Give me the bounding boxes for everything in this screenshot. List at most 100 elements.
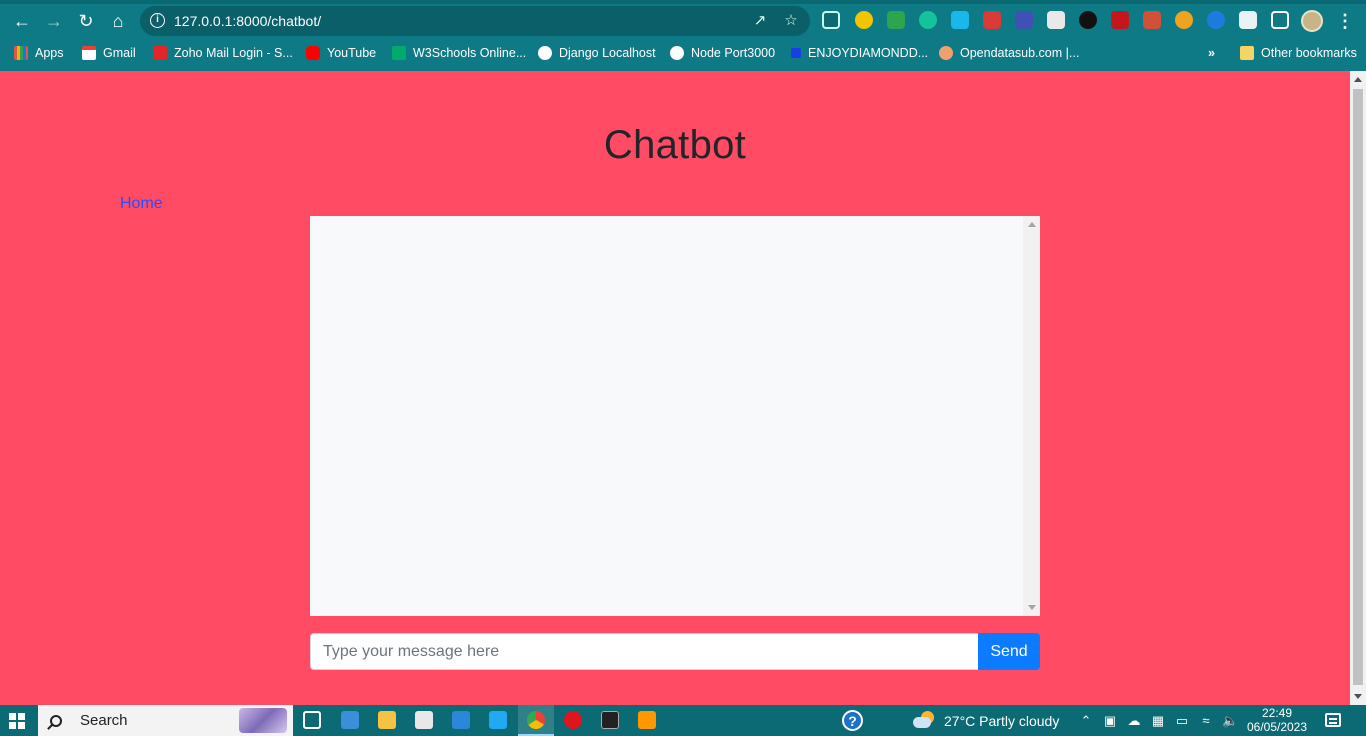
bookmark-w3schools[interactable]: W3Schools Online... <box>392 44 526 62</box>
kebab-menu-icon[interactable]: ⋮ <box>1336 9 1354 33</box>
side-panel-icon[interactable] <box>1271 11 1289 29</box>
mail-extension-icon[interactable] <box>983 11 1001 29</box>
dots-extension-icon[interactable] <box>1175 11 1193 29</box>
apps-grid-icon <box>14 46 28 60</box>
grammarly-icon[interactable] <box>919 11 937 29</box>
react-devtools-icon[interactable] <box>822 11 840 29</box>
bookmark-star-icon[interactable]: ☆ <box>781 11 801 31</box>
bookmark-label: Node Port3000 <box>691 46 776 60</box>
bookmark-gmail[interactable]: Gmail <box>82 44 136 62</box>
bulb-extension-icon[interactable] <box>855 11 873 29</box>
page-content: Chatbot Home Send <box>0 71 1350 705</box>
windows-taskbar: Search ? 27°C Partly cloudy ⌃ ▣ ☁ ▦ ▭ ≈ … <box>0 705 1366 736</box>
meet-icon[interactable]: ▣ <box>1102 713 1118 729</box>
taskbar-clock[interactable]: 22:49 06/05/2023 <box>1242 706 1312 734</box>
globe-icon <box>670 46 684 60</box>
chat-log[interactable] <box>310 216 1040 616</box>
bookmark-label: Gmail <box>103 46 136 60</box>
wifi-icon[interactable]: ≈ <box>1198 713 1214 729</box>
bookmark-label: Apps <box>35 46 64 60</box>
extension-green-icon[interactable] <box>887 11 905 29</box>
chat-scrollbar[interactable] <box>1023 216 1040 616</box>
browser-chrome: ← → ↻ ⌂ i 127.0.0.1:8000/chatbot/ ↗ ☆ ⋮ … <box>0 0 1366 71</box>
player-extension-icon[interactable] <box>1207 11 1225 29</box>
other-bookmarks-folder[interactable]: Other bookmarks <box>1240 44 1357 62</box>
scrollbar-thumb[interactable] <box>1353 89 1363 685</box>
mail-icon[interactable] <box>452 711 470 729</box>
search-highlight-image <box>239 708 287 733</box>
onedrive-cloud-icon[interactable]: ☁ <box>1126 713 1142 729</box>
w3schools-icon <box>392 46 406 60</box>
reload-icon[interactable]: ↻ <box>74 9 98 33</box>
clock-time: 22:49 <box>1261 706 1293 720</box>
bookmark-zoho[interactable]: Zoho Mail Login - S... <box>153 44 293 62</box>
folder-icon <box>1240 46 1254 60</box>
search-icon <box>50 714 62 727</box>
help-icon[interactable]: ? <box>842 710 863 731</box>
bookmark-apps[interactable]: Apps <box>14 44 64 62</box>
scroll-down-arrow-icon[interactable] <box>1354 694 1362 699</box>
taskbar-search[interactable]: Search <box>38 705 293 736</box>
clock-date: 06/05/2023 <box>1246 720 1308 734</box>
opendata-icon <box>939 46 953 60</box>
terminal-icon[interactable] <box>601 711 619 729</box>
notifications-icon[interactable] <box>1325 713 1341 727</box>
print-extension-icon[interactable] <box>1047 11 1065 29</box>
acrobat-icon[interactable] <box>1111 11 1129 29</box>
bookmark-label: W3Schools Online... <box>413 46 527 60</box>
message-input[interactable] <box>310 633 979 670</box>
site-info-icon[interactable]: i <box>150 13 165 28</box>
bookmark-label: YouTube <box>327 46 377 60</box>
home-icon[interactable]: ⌂ <box>106 9 130 33</box>
scroll-down-arrow-icon[interactable] <box>1028 605 1036 610</box>
task-view-icon[interactable] <box>303 711 321 729</box>
back-arrow-icon[interactable]: ← <box>10 9 34 33</box>
page-scrollbar[interactable] <box>1350 71 1366 705</box>
weather-text[interactable]: 27°C Partly cloudy <box>944 713 1059 729</box>
scroll-up-arrow-icon[interactable] <box>1028 222 1036 227</box>
file-explorer-icon[interactable] <box>378 711 396 729</box>
megaphone-extension-icon[interactable] <box>1143 11 1161 29</box>
puzzle-extensions-icon[interactable] <box>1239 11 1257 29</box>
bookmark-enjoydiamond[interactable]: ENJOYDIAMONDD... <box>791 44 928 62</box>
url-text: 127.0.0.1:8000/chatbot/ <box>174 13 322 29</box>
pdf-extension-icon[interactable] <box>1015 11 1033 29</box>
send-button[interactable]: Send <box>978 633 1040 670</box>
bookmark-django[interactable]: Django Localhost <box>538 44 656 62</box>
volume-icon[interactable]: 🔈 <box>1222 713 1238 729</box>
search-label: Search <box>80 712 128 729</box>
bookmark-youtube[interactable]: YouTube <box>306 44 376 62</box>
forward-arrow-icon[interactable]: → <box>42 9 66 33</box>
bookmark-opendatasub[interactable]: Opendatasub.com |... <box>939 44 1079 62</box>
youtube-icon <box>306 46 320 60</box>
page-title: Chatbot <box>603 123 747 167</box>
address-bar[interactable]: i 127.0.0.1:8000/chatbot/ ↗ ☆ <box>140 6 810 36</box>
chrome-icon[interactable] <box>527 711 545 729</box>
globe-icon <box>538 46 552 60</box>
bookmark-label: ENJOYDIAMONDD... <box>808 46 929 60</box>
wordtune-icon[interactable] <box>1079 11 1097 29</box>
battery-icon[interactable]: ▭ <box>1174 713 1190 729</box>
opera-icon[interactable] <box>564 711 582 729</box>
windows-start-icon[interactable] <box>9 713 25 729</box>
zoho-icon <box>153 46 167 60</box>
bookmark-label: Django Localhost <box>559 46 656 60</box>
share-icon[interactable]: ↗ <box>750 11 770 31</box>
vscode-icon[interactable] <box>489 711 507 729</box>
chevron-up-icon[interactable]: ⌃ <box>1078 713 1094 729</box>
bookmark-node[interactable]: Node Port3000 <box>670 44 775 62</box>
bookmarks-bar: Apps Gmail Zoho Mail Login - S... YouTub… <box>0 40 1366 66</box>
sublime-text-icon[interactable] <box>638 711 656 729</box>
profile-avatar[interactable] <box>1301 10 1323 32</box>
weather-partly-cloudy-icon[interactable] <box>913 711 935 729</box>
bookmark-label: Zoho Mail Login - S... <box>174 46 293 60</box>
scroll-up-arrow-icon[interactable] <box>1354 77 1362 82</box>
desktop-icon[interactable] <box>341 711 359 729</box>
vimeo-icon[interactable] <box>951 11 969 29</box>
gmail-icon <box>82 46 96 60</box>
bookmark-label: Other bookmarks <box>1261 46 1357 60</box>
store-icon[interactable] <box>415 711 433 729</box>
bookmarks-overflow-button[interactable]: » <box>1208 44 1215 62</box>
home-link[interactable]: Home <box>120 195 163 213</box>
display-icon[interactable]: ▦ <box>1150 713 1166 729</box>
